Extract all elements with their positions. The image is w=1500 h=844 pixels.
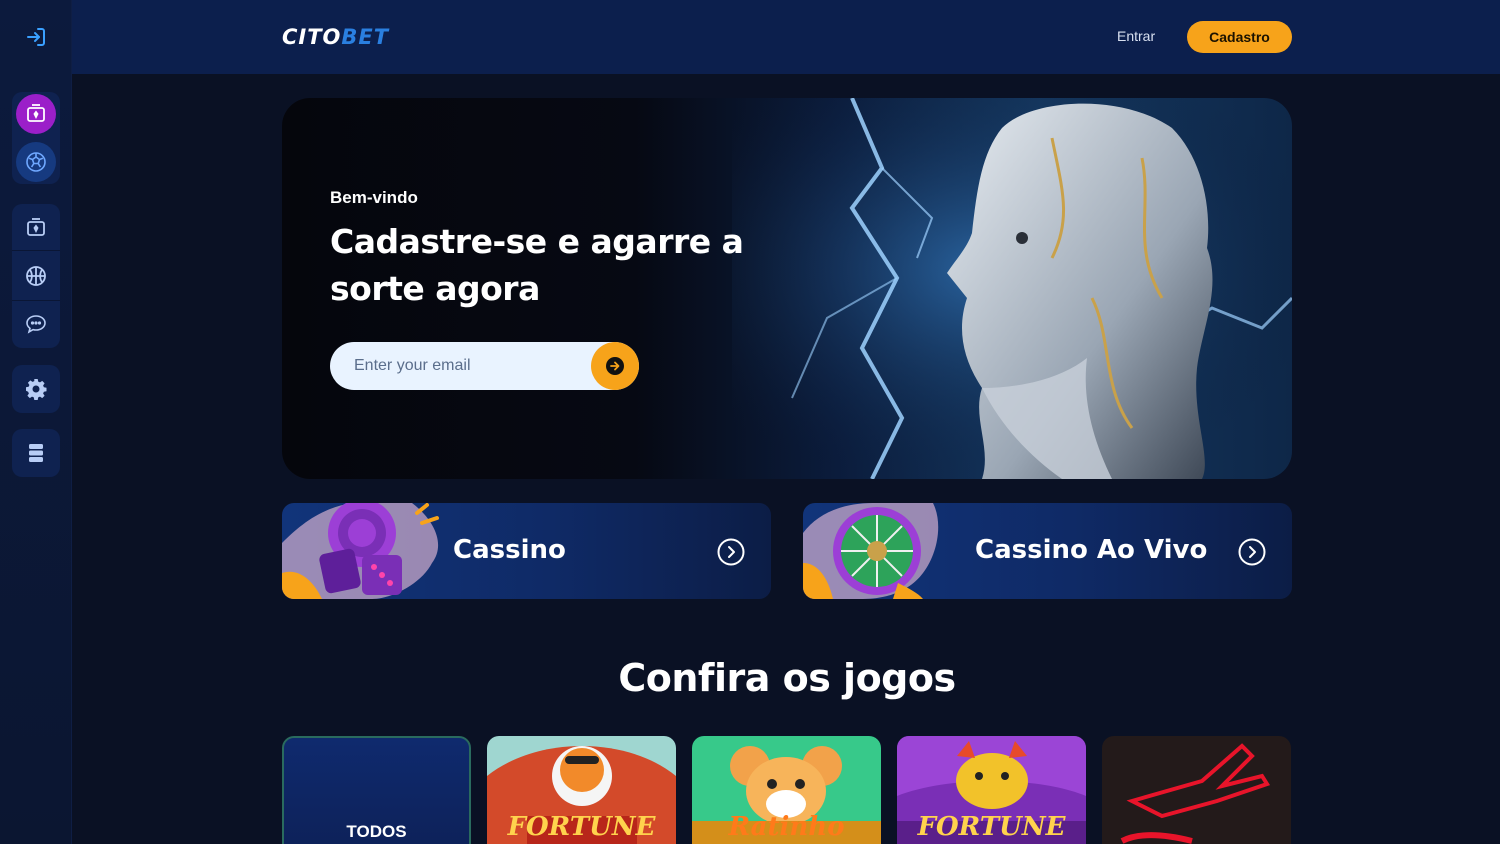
logo-text-primary: CITO <box>282 25 342 49</box>
sidebar-item-casino[interactable] <box>16 94 56 134</box>
sidebar <box>0 0 72 844</box>
game-tile-aviator[interactable] <box>1102 736 1291 844</box>
top-header: CITO BET Entrar Cadastro <box>72 0 1500 74</box>
sidebar-item-chat[interactable] <box>12 300 60 348</box>
gear-icon <box>26 379 47 400</box>
chat-icon <box>26 315 46 334</box>
soccer-ball-icon <box>26 152 46 172</box>
sidebar-item-basketball[interactable] <box>12 252 60 300</box>
email-input[interactable] <box>330 342 590 390</box>
chevron-right-circle-icon <box>717 538 745 566</box>
tickets-button[interactable] <box>12 429 60 477</box>
game-tile-label: FORTUNE <box>917 812 1066 842</box>
sidebar-item-sports[interactable] <box>16 142 56 182</box>
email-submit-button[interactable] <box>591 342 639 390</box>
category-card-live-casino[interactable]: Cassino Ao Vivo <box>803 503 1292 599</box>
settings-button[interactable] <box>12 365 60 413</box>
game-tile-fortune-dragon[interactable]: FORTUNE <box>897 736 1086 844</box>
arrow-right-icon <box>606 357 624 375</box>
cards-icon <box>27 104 45 122</box>
game-tile-all[interactable]: TODOS <box>282 736 471 844</box>
hero-banner: Bem-vindo Cadastre-se e agarre a sorte a… <box>282 98 1292 479</box>
game-tile-label: FORTUNE <box>507 812 656 842</box>
login-icon <box>27 28 45 46</box>
brand-logo[interactable]: CITO BET <box>282 22 389 52</box>
category-label: Cassino Ao Vivo <box>975 535 1208 565</box>
hero-headline: Cadastre-se e agarre a sorte agora <box>330 222 744 308</box>
chevron-right-circle-icon <box>1238 538 1266 566</box>
game-tile-label: Ratinho <box>728 812 845 842</box>
logo-text-secondary: BET <box>341 25 390 49</box>
game-tile-label: TODOS <box>346 822 407 841</box>
game-tile-ratinho[interactable]: Ratinho <box>692 736 881 844</box>
casino-chip-dice-icon <box>282 503 439 599</box>
games-section-title: Confira os jogos <box>618 656 956 700</box>
category-label: Cassino <box>453 535 566 565</box>
category-card-casino[interactable]: Cassino <box>282 503 771 599</box>
basketball-icon <box>26 266 46 286</box>
signup-button[interactable]: Cadastro <box>1187 21 1292 53</box>
aviator-thumbnail <box>1102 736 1291 844</box>
login-button[interactable] <box>12 13 60 61</box>
roulette-wheel-icon <box>803 503 939 599</box>
email-signup-form <box>330 342 639 390</box>
game-tile-fortune-tiger[interactable]: FORTUNE <box>487 736 676 844</box>
cards-icon <box>27 218 45 236</box>
login-link[interactable]: Entrar <box>1117 28 1155 44</box>
zeus-statue-image <box>732 98 1292 479</box>
sidebar-item-live-casino[interactable] <box>12 204 60 252</box>
hero-welcome-text: Bem-vindo <box>330 188 418 207</box>
ticket-icon <box>29 444 43 462</box>
